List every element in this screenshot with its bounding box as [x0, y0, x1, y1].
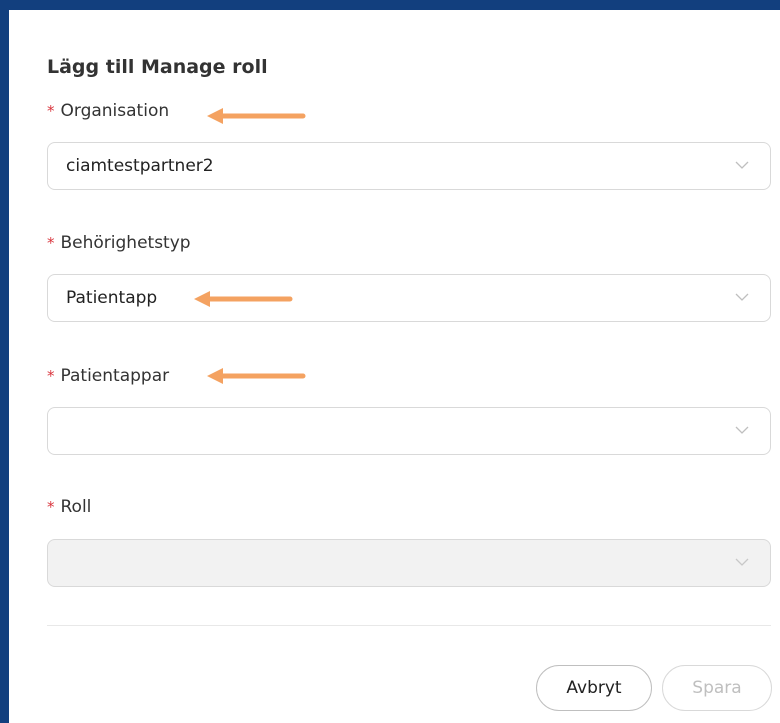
- window-frame-top: [0, 0, 780, 10]
- annotation-arrow-icon: [207, 368, 306, 384]
- annotation-arrow-icon: [207, 108, 306, 124]
- required-marker: *: [47, 498, 55, 516]
- patientappar-label: * Patientappar: [47, 366, 169, 386]
- patientappar-select[interactable]: [47, 407, 771, 455]
- behorighetstyp-label-text: Behörighetstyp: [60, 233, 191, 253]
- organisation-select-value: ciamtestpartner2: [66, 156, 214, 176]
- required-marker: *: [47, 234, 55, 252]
- footer-divider: [47, 625, 771, 626]
- required-marker: *: [47, 102, 55, 120]
- behorighetstyp-label: * Behörighetstyp: [47, 233, 191, 253]
- patientappar-label-text: Patientappar: [60, 366, 170, 386]
- chevron-down-icon: [735, 558, 749, 566]
- roll-select[interactable]: [47, 539, 771, 587]
- dialog-title: Lägg till Manage roll: [47, 56, 268, 78]
- roll-label: * Roll: [47, 497, 91, 517]
- chevron-down-icon[interactable]: [734, 289, 750, 305]
- organisation-label-text: Organisation: [60, 101, 170, 121]
- organisation-select[interactable]: ciamtestpartner2: [47, 142, 771, 190]
- cancel-button[interactable]: Avbryt: [536, 665, 652, 711]
- chevron-down-icon[interactable]: [734, 157, 750, 173]
- required-marker: *: [47, 367, 55, 385]
- chevron-down-icon[interactable]: [734, 422, 750, 438]
- window-frame-left: [0, 0, 9, 723]
- save-button[interactable]: Spara: [662, 665, 772, 711]
- organisation-label: * Organisation: [47, 101, 169, 121]
- annotation-arrow-icon: [194, 291, 293, 307]
- roll-label-text: Roll: [60, 497, 92, 517]
- behorighetstyp-select-value: Patientapp: [66, 288, 158, 308]
- behorighetstyp-select[interactable]: Patientapp: [47, 274, 771, 322]
